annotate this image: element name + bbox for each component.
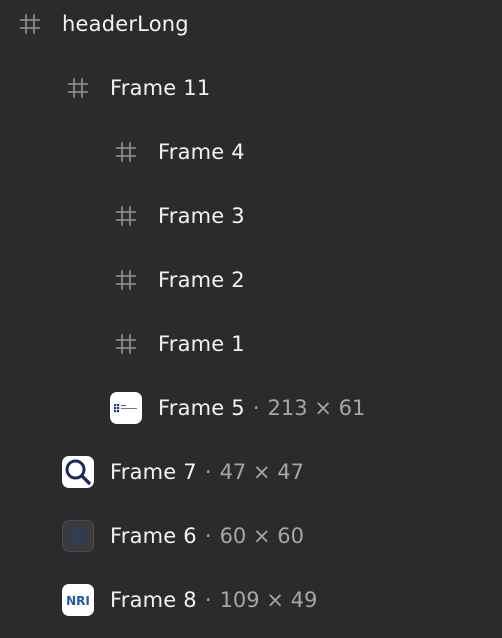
frame-icon — [114, 140, 138, 164]
layer-row-frame-8[interactable]: NRI Frame 8 · 109 × 49 — [0, 568, 502, 632]
layer-name: Frame 7 — [110, 460, 197, 484]
nri-logo-text: NRI — [66, 594, 90, 608]
layer-row-frame-6[interactable]: Frame 6 · 60 × 60 — [0, 504, 502, 568]
layer-row-frame-5[interactable]: Frame 5 · 213 × 61 — [0, 376, 502, 440]
layer-row-frame-1[interactable]: Frame 1 — [0, 312, 502, 376]
search-icon — [62, 456, 94, 488]
dimension-separator: · — [252, 396, 260, 420]
dimension-separator: · — [204, 588, 212, 612]
layer-name: Frame 11 — [110, 76, 211, 100]
layer-name: Frame 5 — [158, 396, 245, 420]
frame-icon — [114, 332, 138, 356]
layer-name: Frame 4 — [158, 140, 245, 164]
layer-row-frame-2[interactable]: Frame 2 — [0, 248, 502, 312]
logo-thumbnail — [110, 392, 142, 424]
frame-icon — [66, 76, 90, 100]
frame-icon — [114, 268, 138, 292]
layer-name: Frame 6 — [110, 524, 197, 548]
layers-panel: headerLong Frame 11 Frame 4 Frame 3 Fram… — [0, 0, 502, 638]
layer-name: Frame 8 — [110, 588, 197, 612]
layer-name: Frame 3 — [158, 204, 245, 228]
layer-row-headerlong[interactable]: headerLong — [0, 0, 502, 56]
frame-icon — [114, 204, 138, 228]
layer-row-frame-4[interactable]: Frame 4 — [0, 120, 502, 184]
layer-row-frame-11[interactable]: Frame 11 — [0, 56, 502, 120]
layer-row-frame-7[interactable]: Frame 7 · 47 × 47 — [0, 440, 502, 504]
layer-name: headerLong — [62, 12, 189, 36]
layer-name: Frame 1 — [158, 332, 245, 356]
nri-logo: NRI — [62, 584, 94, 616]
layer-dimensions: 60 × 60 — [219, 524, 304, 548]
frame-icon — [18, 12, 42, 36]
hamburger-menu-icon — [62, 520, 94, 552]
layer-row-frame-3[interactable]: Frame 3 — [0, 184, 502, 248]
layer-dimensions: 47 × 47 — [219, 460, 304, 484]
dimension-separator: · — [204, 460, 212, 484]
layer-dimensions: 109 × 49 — [219, 588, 318, 612]
layer-name: Frame 2 — [158, 268, 245, 292]
dimension-separator: · — [204, 524, 212, 548]
layer-dimensions: 213 × 61 — [267, 396, 366, 420]
